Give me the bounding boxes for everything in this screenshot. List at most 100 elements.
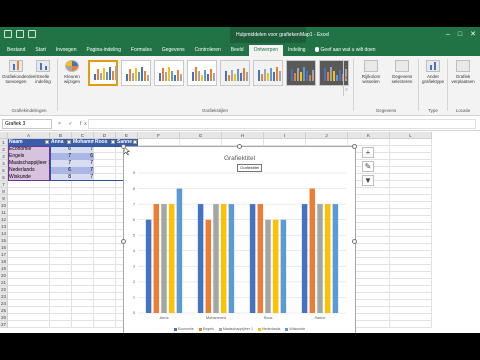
bar[interactable] [161,204,167,313]
grid-cell[interactable] [8,223,50,230]
column-header-b[interactable]: B [50,132,72,139]
grid-cell[interactable] [94,272,116,279]
row-header[interactable]: 15 [0,237,8,244]
grid-cell[interactable] [390,167,432,174]
grid-cell[interactable] [390,272,432,279]
column-header-g[interactable]: G [180,132,222,139]
tab-indeling[interactable]: Indeling [283,45,311,56]
chart-legend[interactable]: Economie Engels Maatschappijleer 1 Nederlan… [124,327,355,331]
grid-cell[interactable] [50,181,72,188]
grid-cell[interactable] [390,160,432,167]
name-box[interactable]: Grafiek 3 [2,119,52,129]
grid-cell[interactable] [94,209,116,216]
grid-cell[interactable] [390,279,432,286]
filter-dropdown-icon[interactable] [133,140,137,144]
grid-cell[interactable] [390,181,432,188]
grid-cell[interactable] [72,209,94,216]
bar[interactable] [272,219,279,313]
grid-cell[interactable] [50,209,72,216]
grid-cell[interactable] [72,244,94,251]
add-chart-element-button[interactable]: Grafiekonderdeel toevoegen [2,58,37,84]
row-header[interactable]: 5 [0,167,8,174]
grid-cell[interactable] [50,258,72,265]
chart-style-thumb[interactable] [220,60,250,86]
row-header[interactable]: 18 [0,258,8,265]
grid-cell[interactable] [50,314,72,321]
legend-item[interactable]: Nederlands [257,327,280,331]
chart-filters-button[interactable]: ▼ [362,175,374,186]
resize-handle[interactable] [352,238,357,244]
grid-cell[interactable] [50,307,72,314]
grid-cell[interactable] [8,230,50,237]
grid-cell[interactable] [72,286,94,293]
bar[interactable] [197,204,204,313]
chart-elements-button[interactable]: + [362,147,374,158]
column-header-l[interactable]: L [390,132,432,139]
undo-icon[interactable] [16,30,24,38]
grid-cell[interactable] [94,202,116,209]
table-header-cell[interactable]: Anna [50,139,72,146]
resize-handle[interactable] [236,144,242,149]
bar[interactable] [324,204,331,313]
grid-cell[interactable] [72,258,94,265]
legend-item[interactable]: Wiskunde [285,327,305,331]
grid-cell[interactable] [390,307,432,314]
grid-cell[interactable] [94,237,116,244]
grid-cell[interactable] [50,223,72,230]
filter-dropdown-icon[interactable] [67,140,71,144]
grid-cell[interactable] [390,153,432,160]
column-header-j[interactable]: J [306,132,348,139]
grid-cell[interactable] [72,237,94,244]
grid-cell[interactable] [50,321,72,328]
resize-handle[interactable] [121,144,126,149]
grid-cell[interactable] [8,279,50,286]
grid-cell[interactable] [72,202,94,209]
column-header-h[interactable]: H [222,132,264,139]
grid-cell[interactable] [50,195,72,202]
grid-cell[interactable] [50,216,72,223]
grid-cell[interactable] [8,244,50,251]
grid-cell[interactable] [8,321,50,328]
grid-cell[interactable] [390,223,432,230]
grid-cell[interactable] [50,286,72,293]
grid-cell[interactable] [50,230,72,237]
formula-input[interactable] [88,119,476,129]
bar[interactable] [153,204,160,313]
grid-cell[interactable] [94,258,116,265]
tab-pagina-indeling[interactable]: Pagina-indeling [82,45,126,56]
tab-gegevens[interactable]: Gegevens [157,45,190,56]
grid-cell[interactable] [8,202,50,209]
grid-cell[interactable] [306,139,348,146]
chart-style-thumb[interactable] [187,60,217,86]
bar[interactable] [205,219,212,313]
grid-cell[interactable] [8,251,50,258]
column-header-f[interactable]: F [138,132,180,139]
row-header[interactable]: 20 [0,272,8,279]
legend-item[interactable]: Economie [173,327,194,331]
grid-cell[interactable] [94,307,116,314]
grid-cell[interactable] [72,216,94,223]
tab-bestand[interactable]: Bestand [2,45,30,56]
grid-cell[interactable] [8,286,50,293]
grid-cell[interactable] [8,195,50,202]
grid-cell[interactable] [72,265,94,272]
tab-invoegen[interactable]: Invoegen [51,45,82,56]
grid-cell[interactable] [72,321,94,328]
row-header[interactable]: 27 [0,321,8,328]
grid-cell[interactable] [50,293,72,300]
grid-cell[interactable] [94,265,116,272]
bar[interactable] [301,204,308,313]
bar[interactable] [176,188,183,313]
table-header-cell[interactable]: Sanne [116,139,138,146]
table-header-cell[interactable]: Roos [94,139,116,146]
tab-ontwerpen[interactable]: Ontwerpen [248,45,284,56]
grid-cell[interactable] [94,314,116,321]
row-header[interactable]: 22 [0,286,8,293]
bar[interactable] [213,204,219,313]
bar[interactable] [145,219,152,313]
chart-style-thumb[interactable] [286,60,316,86]
chart-style-thumb[interactable] [253,60,283,86]
grid-cell[interactable] [8,237,50,244]
scroll-down-icon[interactable]: ▼ [344,72,349,84]
bar[interactable] [332,204,339,313]
